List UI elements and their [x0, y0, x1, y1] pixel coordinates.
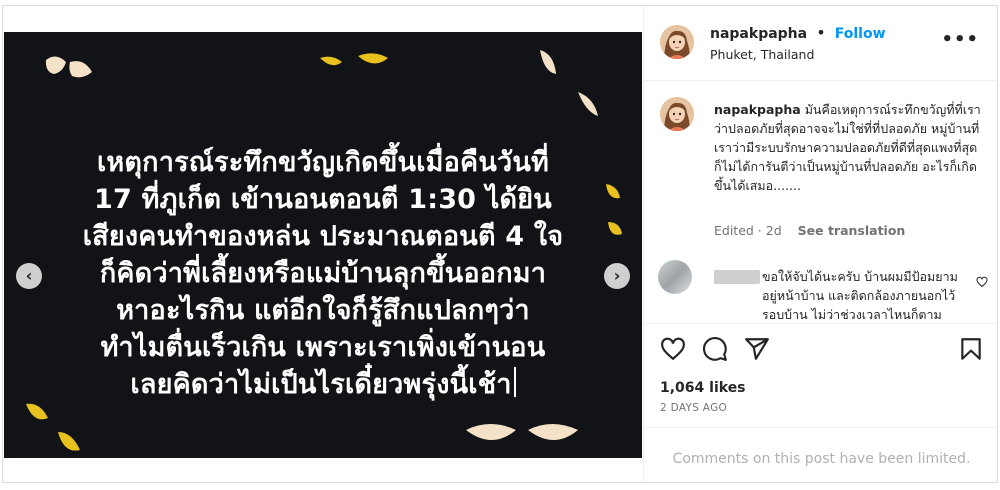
heart-icon[interactable] — [660, 336, 686, 362]
image-text-line: เหตุการณ์ระทึกขวัญเกิดขึ้นเมื่อคืนวันที่ — [97, 147, 549, 178]
caption-avatar[interactable] — [660, 97, 694, 131]
image-text-line: 17 ที่ภูเก็ต เข้านอนตอนตี 1:30 ได้ยิน — [94, 184, 552, 215]
comments-limited-notice: Comments on this post have been limited. — [644, 427, 999, 484]
edited-label: Edited · 2d — [714, 223, 782, 238]
post-actions: 1,064 likes 2 DAYS AGO — [644, 323, 999, 424]
image-text-line-last: เลยคิดว่าไม่เป็นไรเดี๋ยวพรุ่งนี้เช้า — [4, 366, 642, 403]
post-sidebar: napakpapha • Follow Phuket, Thailand •••… — [643, 5, 999, 483]
small-heart-icon[interactable] — [976, 276, 988, 288]
image-text-line: ก็คิดว่าพี่เลี้ยงหรือแม่บ้านลุกขึ้นออกมา — [99, 258, 547, 289]
image-text-line: ทำไมตื่นเร็วเกิน เพราะเราเพิ่งเข้านอน — [100, 332, 546, 363]
caption-username[interactable]: napakpapha — [714, 102, 801, 117]
avatar[interactable] — [660, 25, 694, 59]
location-link[interactable]: Phuket, Thailand — [710, 47, 814, 62]
comment-icon[interactable] — [702, 336, 728, 362]
see-translation-link[interactable]: See translation — [798, 223, 906, 238]
caption-meta: Edited · 2d See translation — [714, 223, 905, 238]
comment-item: ขอให้จับได้นะครับ บ้านผมมีป้อมยามอยู่หน้… — [658, 256, 988, 320]
image-text-line: เสียงคนทำของหล่น ประมาณตอนตี 4 ใจ — [82, 221, 564, 252]
post-image[interactable]: เหตุการณ์ระทึกขวัญเกิดขึ้นเมื่อคืนวันที่… — [4, 32, 642, 458]
chevron-left-icon[interactable]: ‹ — [16, 263, 42, 289]
more-options-icon[interactable]: ••• — [941, 29, 979, 50]
commenter-avatar-blurred[interactable] — [658, 260, 692, 294]
text-caret — [513, 367, 516, 397]
bookmark-icon[interactable] — [958, 336, 984, 362]
likes-count[interactable]: 1,064 likes — [660, 380, 746, 396]
image-text: เหตุการณ์ระทึกขวัญเกิดขึ้นเมื่อคืนวันที่… — [4, 144, 642, 403]
header-title-row: napakpapha • Follow — [710, 23, 886, 42]
share-icon[interactable] — [744, 336, 770, 362]
caption: napakpapha มันคือเหตุการณ์ระทึกขวัญที่ที… — [714, 100, 984, 195]
post-timestamp: 2 DAYS AGO — [660, 402, 728, 414]
image-text-line: เลยคิดว่าไม่เป็นไรเดี๋ยวพรุ่งนี้เช้า — [130, 369, 512, 400]
separator-dot: • — [816, 23, 826, 42]
image-text-line: หาอะไรกิน แต่อีกใจก็รู้สึกแปลกๆว่า — [116, 295, 530, 326]
commenter-name-blurred[interactable] — [714, 270, 760, 284]
header-username[interactable]: napakpapha — [710, 26, 807, 42]
comment-text: ขอให้จับได้นะครับ บ้านผมมีป้อมยามอยู่หน้… — [762, 269, 958, 320]
post-header: napakpapha • Follow Phuket, Thailand ••• — [644, 5, 999, 81]
follow-button[interactable]: Follow — [835, 26, 886, 42]
chevron-right-icon[interactable]: › — [604, 263, 630, 289]
